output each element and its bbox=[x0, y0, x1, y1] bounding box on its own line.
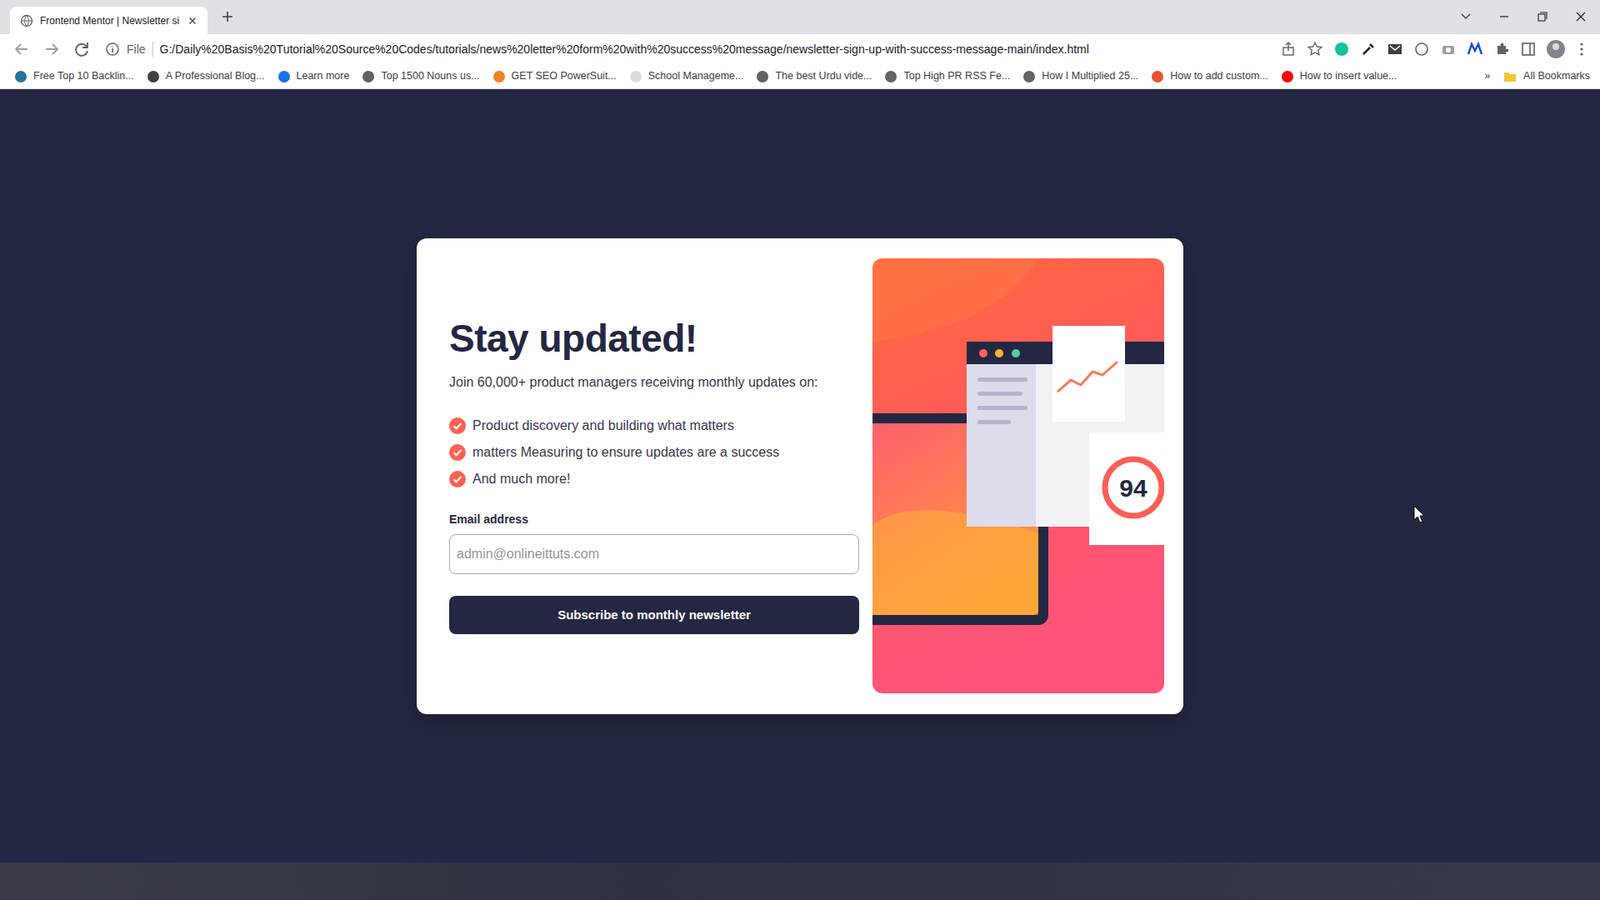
camera-icon[interactable] bbox=[1438, 39, 1459, 60]
bookmark-label[interactable]: The best Urdu vide... bbox=[775, 68, 872, 85]
feature-item: matters Measuring to ensure updates are … bbox=[449, 439, 860, 466]
score-text: 94 bbox=[1119, 474, 1148, 502]
bookmark-label[interactable]: How I Multiplied 25... bbox=[1041, 68, 1139, 85]
bookmark-label[interactable]: Top High PR RSS Fe... bbox=[903, 68, 1010, 85]
feature-item: And much more! bbox=[449, 465, 860, 493]
intro-text: Join 60,000+ product managers receiving … bbox=[449, 372, 860, 393]
favicon-icon bbox=[147, 70, 160, 83]
all-bookmarks-label[interactable]: All Bookmarks bbox=[1523, 68, 1590, 85]
bookmark-item[interactable]: The best Urdu vide... bbox=[756, 68, 872, 85]
menu-icon[interactable] bbox=[1573, 39, 1590, 60]
puzzle-icon[interactable] bbox=[1491, 39, 1512, 60]
bookmark-label[interactable]: Free Top 10 Backlin... bbox=[33, 68, 135, 85]
favicon-icon bbox=[493, 70, 505, 83]
tab-list: Frontend Mentor | Newsletter si bbox=[10, 0, 208, 35]
favicon-icon bbox=[362, 70, 375, 83]
bookmarks-bar: Free Top 10 Backlin... A Professional Blo… bbox=[0, 64, 1600, 90]
minimize-icon[interactable] bbox=[1485, 0, 1524, 35]
forward-arrow-icon[interactable] bbox=[38, 35, 65, 63]
bookmark-label[interactable]: Learn more bbox=[296, 68, 350, 85]
check-icon bbox=[449, 444, 466, 461]
eyedropper-icon[interactable] bbox=[1358, 39, 1379, 60]
restore-icon[interactable] bbox=[1523, 0, 1562, 35]
favicon-icon bbox=[756, 70, 769, 83]
bookmark-item[interactable]: How I Multiplied 25... bbox=[1023, 68, 1139, 85]
close-window-icon[interactable] bbox=[1561, 0, 1600, 35]
browser-window: Frontend Mentor | Newsletter si File G:/… bbox=[0, 0, 1600, 900]
bookmark-label[interactable]: School Manageme... bbox=[648, 68, 745, 85]
bookmarks-overflow[interactable]: » bbox=[1484, 68, 1490, 85]
favicon-icon bbox=[1151, 70, 1164, 83]
taskbar bbox=[0, 862, 1600, 900]
bookmark-label[interactable]: How to insert value... bbox=[1300, 68, 1398, 85]
bookmark-item[interactable]: School Manageme... bbox=[630, 68, 745, 85]
bookmark-item[interactable]: How to insert value... bbox=[1281, 68, 1398, 85]
email-input[interactable] bbox=[449, 534, 860, 575]
tab-strip: Frontend Mentor | Newsletter si bbox=[0, 0, 1600, 35]
info-icon[interactable] bbox=[105, 41, 120, 57]
feature-list: Product discovery and building what matt… bbox=[449, 412, 860, 493]
reload-icon[interactable] bbox=[68, 35, 95, 63]
folder-icon bbox=[1503, 70, 1517, 83]
tab-search-icon[interactable] bbox=[1446, 0, 1485, 35]
extension-icon[interactable] bbox=[1411, 39, 1432, 60]
grammarly-icon[interactable] bbox=[1331, 39, 1352, 60]
bookmark-item[interactable]: Top High PR RSS Fe... bbox=[885, 68, 1010, 85]
newsletter-card: Stay updated! Join 60,000+ product manag… bbox=[416, 238, 1184, 715]
bookmark-item[interactable]: Top 1500 Nouns us... bbox=[362, 68, 480, 85]
bookmark-list: Free Top 10 Backlin... A Professional Blo… bbox=[15, 68, 1397, 85]
bookmark-label[interactable]: How to add custom... bbox=[1170, 68, 1268, 85]
feature-text: Product discovery and building what matt… bbox=[472, 415, 735, 436]
mouse-cursor-icon bbox=[1413, 505, 1425, 524]
profile-avatar-icon[interactable] bbox=[1545, 38, 1567, 60]
close-tab-icon[interactable] bbox=[185, 14, 200, 28]
bookmark-item[interactable]: Learn more bbox=[278, 68, 350, 85]
back-arrow-icon[interactable] bbox=[8, 35, 35, 63]
favicon-icon bbox=[278, 70, 290, 83]
bookmark-item[interactable]: How to add custom... bbox=[1151, 68, 1268, 85]
toolbar: File G:/Daily%20Basis%20Tutorial%20Sourc… bbox=[0, 34, 1600, 65]
feature-text: matters Measuring to ensure updates are … bbox=[472, 442, 780, 463]
feature-item: Product discovery and building what matt… bbox=[449, 412, 860, 440]
dashboard-illustration-icon: 94 bbox=[872, 258, 1165, 694]
subscribe-button[interactable]: Subscribe to monthly newsletter bbox=[449, 595, 860, 635]
illustration: 94 bbox=[872, 258, 1165, 694]
share-icon[interactable] bbox=[1278, 39, 1299, 60]
mail-extension-icon[interactable] bbox=[1385, 39, 1405, 60]
toolbar-actions bbox=[1278, 38, 1590, 60]
heading: Stay updated! bbox=[449, 317, 860, 360]
bookmark-label[interactable]: A Professional Blog... bbox=[165, 68, 265, 85]
new-tab-icon[interactable] bbox=[215, 5, 240, 29]
email-label: Email address bbox=[449, 510, 860, 528]
favicon-icon bbox=[1281, 70, 1294, 83]
bookmark-item[interactable]: Free Top 10 Backlin... bbox=[15, 68, 135, 85]
signup-form: Stay updated! Join 60,000+ product manag… bbox=[449, 258, 860, 695]
page-viewport: Stay updated! Join 60,000+ product manag… bbox=[0, 89, 1600, 863]
browser-tab[interactable]: Frontend Mentor | Newsletter si bbox=[10, 6, 208, 35]
tab-title[interactable]: Frontend Mentor | Newsletter si bbox=[40, 13, 180, 29]
check-icon bbox=[449, 417, 466, 435]
favicon-icon bbox=[15, 70, 27, 83]
bookmark-label[interactable]: Top 1500 Nouns us... bbox=[380, 68, 480, 85]
globe-favicon-icon bbox=[20, 14, 34, 28]
feature-text: And much more! bbox=[472, 469, 570, 490]
all-bookmarks[interactable]: All Bookmarks bbox=[1503, 68, 1590, 85]
side-panel-icon[interactable] bbox=[1518, 39, 1539, 60]
m-extension-icon[interactable] bbox=[1465, 39, 1485, 60]
bookmark-item[interactable]: GET SEO PowerSuit... bbox=[493, 68, 617, 85]
bookmark-item[interactable]: A Professional Blog... bbox=[147, 68, 265, 85]
url-text[interactable]: G:/Daily%20Basis%20Tutorial%20Source%20C… bbox=[160, 40, 1090, 59]
favicon-icon bbox=[885, 70, 897, 83]
address-bar[interactable]: File G:/Daily%20Basis%20Tutorial%20Sourc… bbox=[105, 40, 1262, 59]
star-icon[interactable] bbox=[1305, 39, 1325, 60]
favicon-icon bbox=[630, 70, 642, 83]
favicon-icon bbox=[1023, 70, 1035, 83]
scheme-label: File bbox=[126, 40, 146, 59]
check-icon bbox=[449, 470, 466, 488]
bookmark-label[interactable]: GET SEO PowerSuit... bbox=[511, 68, 617, 85]
